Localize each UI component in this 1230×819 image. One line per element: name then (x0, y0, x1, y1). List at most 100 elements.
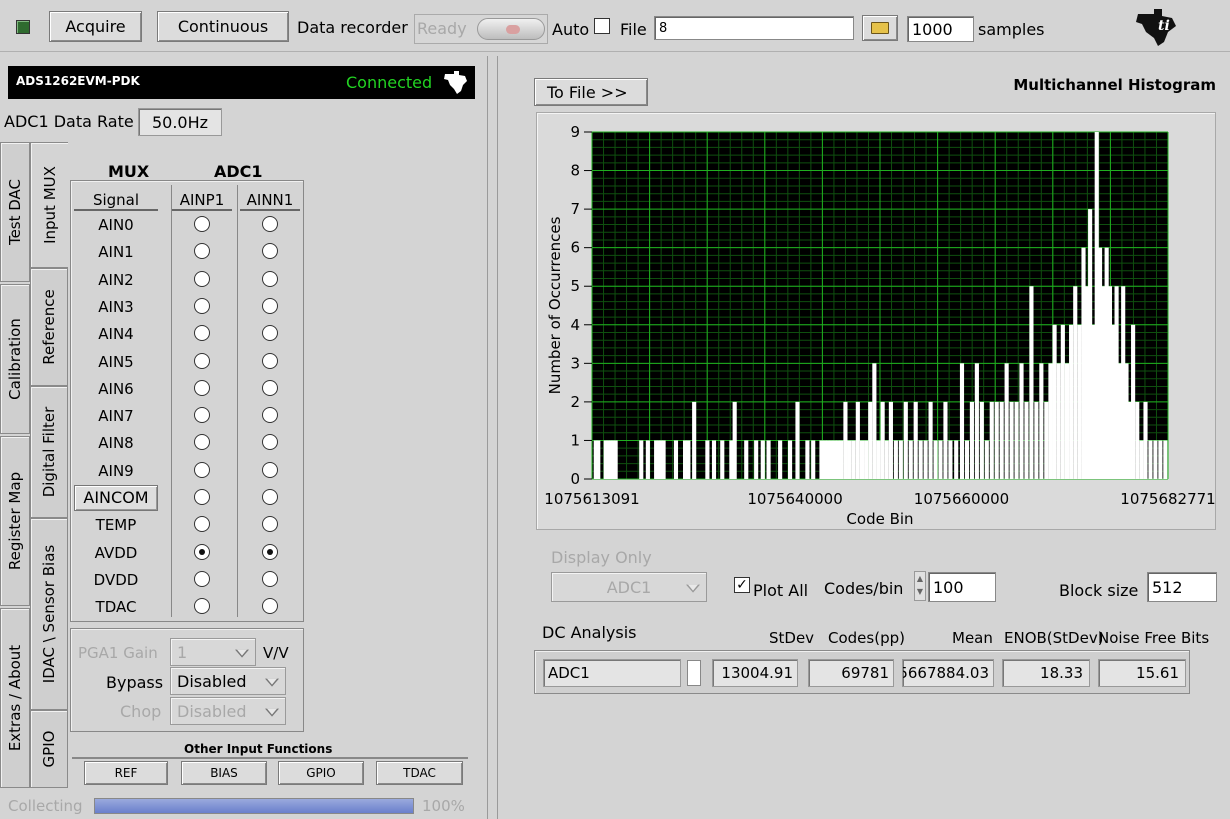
histogram-bar (639, 440, 644, 479)
ainp-radio-ain6[interactable] (194, 379, 210, 396)
other-functions-divider (72, 757, 468, 759)
histogram-bar (923, 440, 928, 479)
ainp-radio-ain5[interactable] (194, 352, 210, 369)
dc-analysis-title: DC Analysis (542, 623, 637, 642)
mux-signal-aincom[interactable]: AINCOM (74, 485, 158, 511)
tab-reference[interactable]: Reference (30, 268, 68, 386)
tab-idac-sensor-bias[interactable]: IDAC \ Sensor Bias (30, 518, 68, 710)
tab-gpio[interactable]: GPIO (30, 710, 68, 788)
tab-extras-about[interactable]: Extras / About (0, 608, 30, 788)
acquire-button[interactable]: Acquire (49, 11, 142, 42)
device-name: ADS1262EVM-PDK (16, 74, 140, 88)
continuous-button[interactable]: Continuous (157, 11, 289, 42)
histogram-bar (1139, 440, 1144, 479)
ainn-radio-ain0[interactable] (262, 216, 278, 232)
ainn-radio-ain2[interactable] (262, 270, 278, 287)
adc-header: ADC1 (214, 162, 263, 181)
tab-calibration[interactable]: Calibration (0, 284, 30, 434)
histogram-bar (787, 440, 793, 479)
y-tick-label: 5 (570, 277, 580, 295)
ainn-radio-ain5[interactable] (262, 352, 278, 369)
ti-logo-small-icon (444, 71, 467, 94)
tab-digital-filter[interactable]: Digital Filter (30, 386, 68, 518)
histogram-bar (880, 401, 885, 479)
histogram-bar (855, 401, 860, 479)
right-panel: To File >> Multichannel Histogram 0 1 2 3 4 5… (497, 56, 1230, 819)
record-button[interactable] (477, 18, 545, 40)
other-functions-title: Other Input Functions (184, 742, 333, 756)
x-tick-label: 1075613091 (544, 490, 639, 508)
histogram-bar (864, 440, 869, 479)
ainn-radio-aincom[interactable] (262, 489, 278, 505)
chop-select[interactable]: Disabled (170, 697, 286, 725)
tab-input-mux[interactable]: Input MUX (30, 142, 68, 268)
histogram-bar (984, 440, 989, 479)
auto-checkbox[interactable] (594, 18, 610, 34)
histogram-bar (1014, 401, 1019, 479)
display-only-select[interactable]: ADC1 (551, 572, 707, 602)
tab-test-dac[interactable]: Test DAC (0, 142, 30, 282)
left-panel: ADS1262EVM-PDK Connected ADC1 Data Rate … (0, 56, 488, 819)
browse-folder-button[interactable] (862, 15, 898, 41)
tab-register-map[interactable]: Register Map (0, 436, 30, 606)
gpio-button[interactable]: GPIO (278, 761, 364, 785)
ainn-radio-ain3[interactable] (262, 297, 278, 314)
to-file-button[interactable]: To File >> (534, 78, 648, 106)
histogram-bar (1158, 440, 1163, 479)
histogram-bar (1052, 324, 1057, 479)
bypass-select[interactable]: Disabled (170, 667, 286, 695)
histogram-bar (1056, 363, 1061, 479)
ainn-radio-ain7[interactable] (262, 407, 278, 424)
histogram-bar (938, 440, 943, 479)
histogram-bar (954, 440, 959, 479)
samples-input[interactable]: 1000 (907, 16, 974, 42)
tdac-button[interactable]: TDAC (376, 761, 463, 785)
ainp-radio-ain9[interactable] (194, 461, 210, 478)
dc-header-noise-free-bits: Noise Free Bits (1098, 629, 1210, 647)
histogram-bar (811, 440, 816, 479)
histogram-bar (760, 440, 765, 479)
x-axis-label: Code Bin (846, 510, 913, 528)
ainp-radio-dvdd[interactable] (194, 570, 210, 587)
file-path-input[interactable]: 8 (654, 16, 854, 40)
status-label: Collecting (8, 797, 83, 815)
pga-gain-select[interactable]: 1 (170, 638, 256, 666)
histogram-bar (1034, 401, 1039, 479)
ainn-radio-avdd[interactable] (262, 543, 278, 560)
histogram-bar (1060, 324, 1065, 479)
ainp-radio-aincom[interactable] (194, 489, 210, 505)
ainn-radio-ain6[interactable] (262, 379, 278, 396)
histogram-bar (744, 440, 749, 479)
ainp-radio-avdd[interactable] (194, 543, 210, 560)
dc-mean-value: 1075667884.03 (902, 659, 994, 687)
dc-channel-color-swatch (687, 660, 701, 686)
histogram-bar (1019, 363, 1024, 479)
histogram-bar (918, 440, 923, 479)
ainp-radio-ain7[interactable] (194, 407, 210, 424)
svg-text:ti: ti (1158, 18, 1170, 34)
histogram-bar (974, 363, 979, 479)
plot-all-checkbox[interactable]: ✓ (734, 577, 750, 593)
ainn-radio-dvdd[interactable] (262, 570, 278, 587)
file-path-prefix: 8 (659, 20, 668, 36)
histogram-bar (1131, 324, 1136, 479)
codes-per-bin-stepper[interactable]: ▲ ▼ (914, 571, 926, 601)
data-recorder-label: Data recorder (297, 18, 408, 37)
ainp-radio-ain2[interactable] (194, 270, 210, 287)
ainp-radio-ain3[interactable] (194, 297, 210, 314)
mux-signal-ain1: AIN1 (98, 243, 134, 262)
histogram-bar (1009, 401, 1014, 479)
mux-signal-ain4: AIN4 (98, 325, 134, 344)
ainn-radio-ain9[interactable] (262, 461, 278, 478)
bias-button[interactable]: BIAS (181, 761, 267, 785)
histogram-bar (705, 440, 710, 479)
y-tick-label: 3 (570, 354, 580, 372)
file-label: File (620, 20, 647, 39)
y-tick-label: 2 (570, 393, 580, 411)
codes-per-bin-input[interactable]: 100 (928, 572, 996, 602)
ref-button[interactable]: REF (84, 761, 168, 785)
ainp-radio-ain0[interactable] (194, 216, 210, 232)
histogram-bar (888, 401, 893, 479)
histogram-bar (903, 401, 908, 479)
block-size-input[interactable]: 512 (1147, 572, 1217, 602)
